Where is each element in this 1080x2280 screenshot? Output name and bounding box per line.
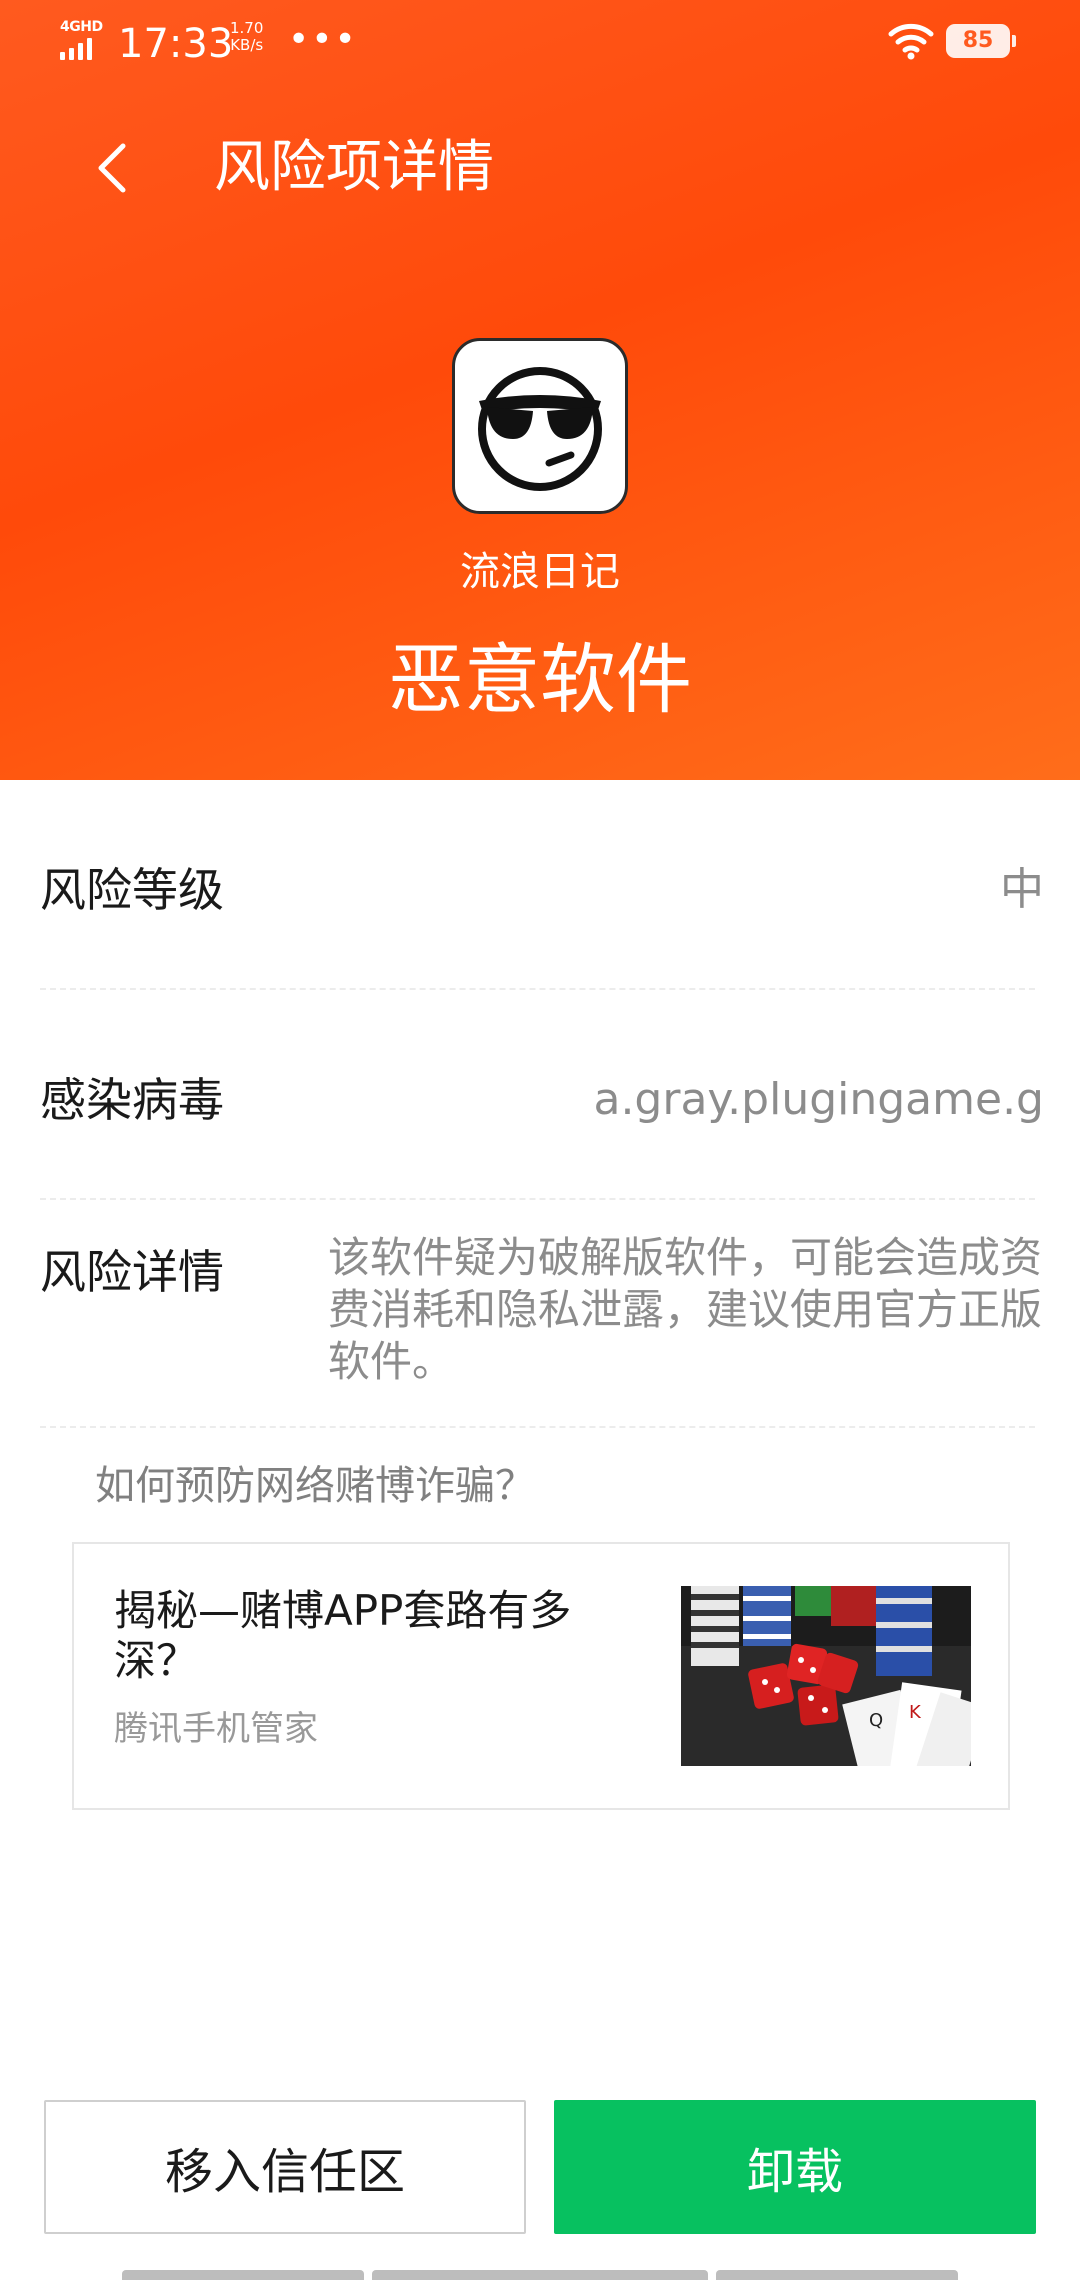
prevention-heading: 如何预防网络赌博诈骗？	[95, 1463, 535, 1509]
risk-detail-text: 该软件疑为破解版软件，可能会造成资费消耗和隐私泄露，建议使用官方正版软件。	[328, 1233, 1043, 1386]
app-name: 流浪日记	[460, 549, 620, 595]
sunglasses-face-icon	[478, 367, 602, 491]
svg-text:K: K	[909, 1702, 922, 1723]
nav-bar-indicator	[122, 2270, 364, 2280]
risk-level-row: 风险等级 中	[40, 850, 1044, 930]
status-time: 17:33	[118, 21, 234, 67]
move-to-trust-zone-button[interactable]: 移入信任区	[44, 2100, 526, 2234]
risk-level-value: 中	[1000, 864, 1044, 915]
article-thumbnail: Q K	[681, 1586, 971, 1766]
divider	[40, 1198, 1035, 1200]
chevron-left-icon	[98, 143, 126, 193]
screen: 4GHD 17:33 1.70 KB/s ••• 85 风险项详情 流浪日记 恶…	[0, 0, 1080, 2280]
threat-type: 恶意软件	[388, 635, 692, 724]
svg-text:Q: Q	[869, 1710, 883, 1731]
cellular-signal-icon: 4GHD	[60, 20, 106, 60]
risk-detail-row: 风险详情 该软件疑为破解版软件，可能会造成资费消耗和隐私泄露，建议使用官方正版软…	[40, 1233, 1042, 1400]
virus-name: a.gray.plugingame.g	[593, 1074, 1044, 1125]
risk-detail-label: 风险详情	[40, 1245, 224, 1299]
divider	[40, 1426, 1035, 1428]
back-button[interactable]	[82, 128, 142, 208]
status-bar: 4GHD 17:33 1.70 KB/s ••• 85	[0, 0, 1080, 88]
uninstall-button[interactable]: 卸载	[554, 2100, 1036, 2234]
divider	[40, 988, 1035, 990]
nav-bar-indicator	[716, 2270, 958, 2280]
battery-icon: 85	[946, 24, 1016, 58]
page-title: 风险项详情	[214, 135, 494, 200]
network-speed-value: 1.70	[230, 19, 264, 37]
risk-level-label: 风险等级	[40, 863, 224, 917]
nav-bar-indicator	[372, 2270, 708, 2280]
wifi-icon	[888, 22, 934, 60]
article-card[interactable]: 揭秘—赌博APP套路有多深？ 腾讯手机管家 Q K	[72, 1542, 1010, 1810]
virus-label: 感染病毒	[40, 1073, 224, 1127]
article-source: 腾讯手机管家	[114, 1709, 318, 1749]
virus-row: 感染病毒 a.gray.plugingame.g	[40, 1060, 1044, 1140]
header: 4GHD 17:33 1.70 KB/s ••• 85 风险项详情 流浪日记 恶…	[0, 0, 1080, 780]
network-speed-unit: KB/s	[230, 36, 264, 54]
article-title: 揭秘—赌博APP套路有多深？	[114, 1586, 572, 1685]
network-type: 4GHD	[60, 19, 103, 35]
app-icon	[452, 338, 628, 514]
more-notifications-icon: •••	[288, 19, 358, 60]
network-speed: 1.70 KB/s	[230, 20, 263, 54]
